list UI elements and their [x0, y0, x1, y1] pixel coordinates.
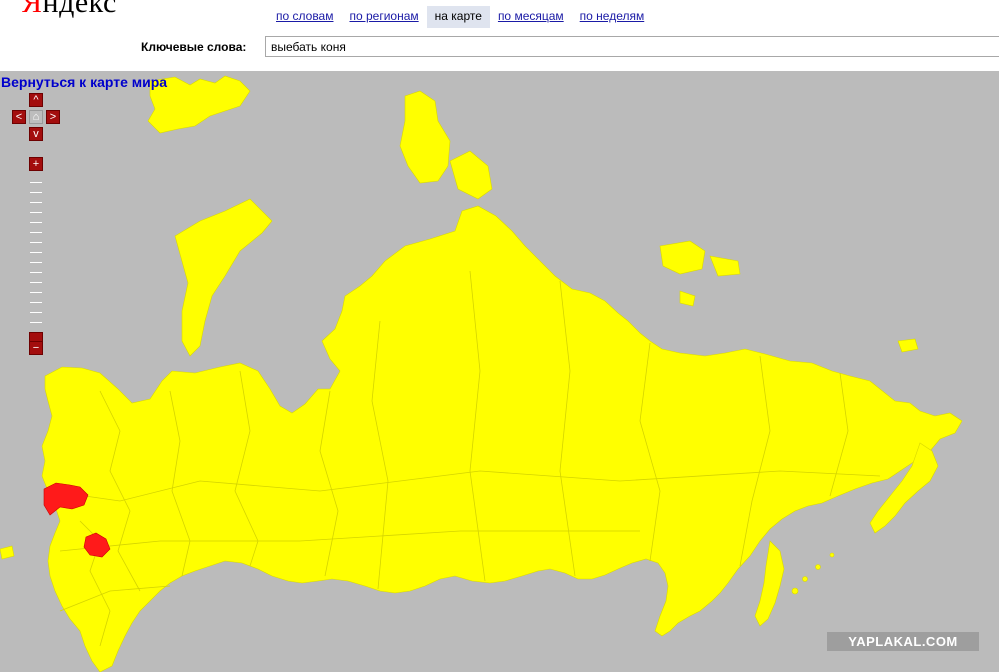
view-tabs: по словам по регионам на карте по месяца…: [268, 6, 652, 28]
severnaya-zemlya: [399, 90, 451, 184]
logo-rest: ндекс: [42, 0, 117, 19]
zoom-tick: [30, 292, 42, 293]
zoom-slider-track[interactable]: [29, 174, 43, 334]
keywords-input[interactable]: [265, 36, 999, 57]
home-button[interactable]: ⌂: [29, 110, 43, 124]
tab-by-regions[interactable]: по регионам: [341, 6, 426, 28]
novaya-zemlya: [174, 198, 273, 357]
pan-right-button[interactable]: >: [46, 110, 60, 124]
pan-left-button[interactable]: <: [12, 110, 26, 124]
zoom-tick: [30, 322, 42, 323]
chevron-left-icon: <: [15, 111, 23, 123]
zoom-tick: [30, 252, 42, 253]
pan-up-button[interactable]: ^: [29, 93, 43, 107]
zoom-in-button[interactable]: +: [29, 157, 43, 171]
home-icon: ⌂: [32, 111, 40, 123]
yandex-logo[interactable]: Яндекс: [22, 0, 117, 20]
chevron-right-icon: >: [49, 111, 57, 123]
zoom-out-button[interactable]: −: [29, 341, 43, 355]
pan-down-button[interactable]: v: [29, 127, 43, 141]
zoom-tick: [30, 242, 42, 243]
zoom-tick: [30, 302, 42, 303]
zoom-tick: [30, 202, 42, 203]
zoom-tick: [30, 232, 42, 233]
zoom-tick: [30, 282, 42, 283]
page: Яндекс по словам по регионам на карте по…: [0, 0, 999, 672]
keywords-label: Ключевые слова:: [141, 40, 247, 54]
minus-icon: −: [32, 342, 40, 354]
tab-on-map[interactable]: на карте: [426, 6, 490, 28]
back-to-world-map-link[interactable]: Вернуться к карте мира: [1, 74, 167, 90]
sakhalin: [754, 540, 785, 627]
zoom-tick: [30, 192, 42, 193]
russia-map[interactable]: [0, 71, 999, 672]
tab-by-weeks[interactable]: по неделям: [572, 6, 653, 28]
chevron-up-icon: ^: [33, 94, 39, 106]
zoom-tick: [30, 262, 42, 263]
zoom-tick: [30, 272, 42, 273]
new-siberian-islands: [659, 240, 706, 275]
logo-first-letter: Я: [22, 0, 43, 19]
zoom-tick: [30, 312, 42, 313]
watermark: YAPLAKAL.COM: [827, 632, 979, 651]
zoom-tick: [30, 222, 42, 223]
chevron-down-icon: v: [33, 128, 39, 140]
plus-icon: +: [32, 158, 40, 170]
tab-by-words[interactable]: по словам: [268, 6, 341, 28]
zoom-tick: [30, 212, 42, 213]
zoom-tick: [30, 182, 42, 183]
map-area[interactable]: Вернуться к карте мира ^ < ⌂ > v + − YAP…: [0, 71, 999, 672]
tab-by-months[interactable]: по месяцам: [490, 6, 572, 28]
